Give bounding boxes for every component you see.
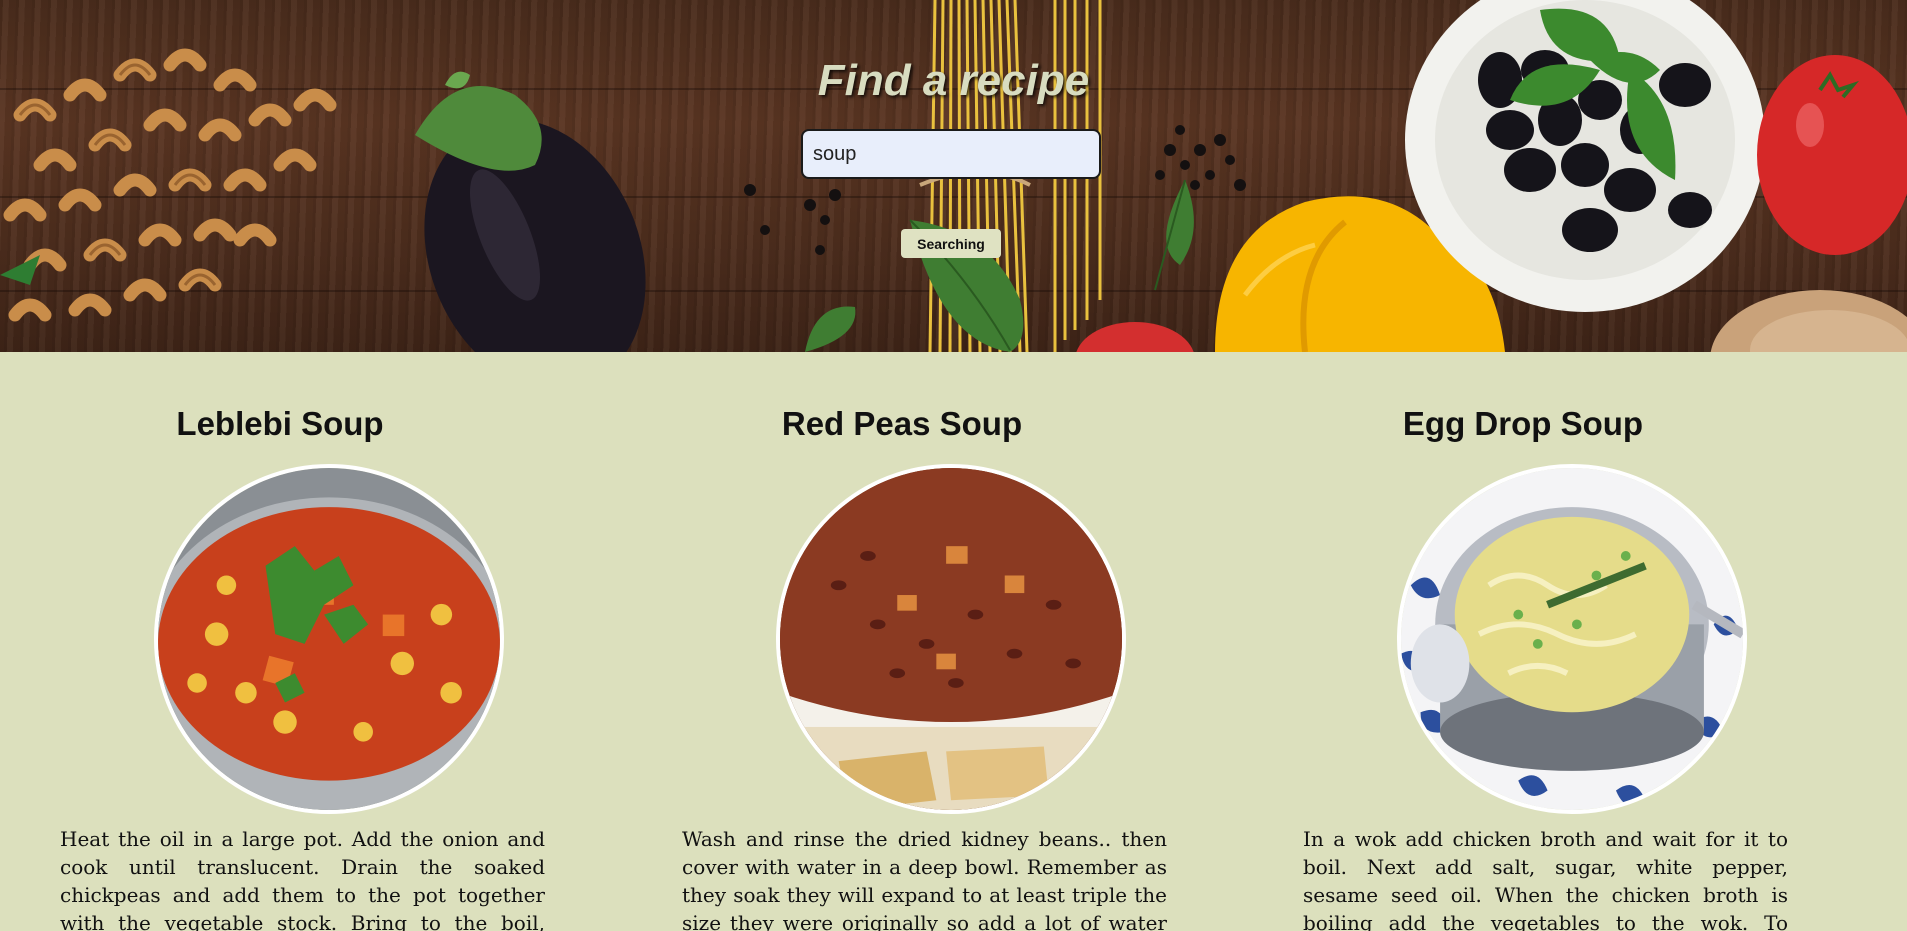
basil-leaf-image (1154, 179, 1194, 291)
egg-drop-soup-image (1401, 468, 1743, 810)
recipe-description: Heat the oil in a large pot. Add the oni… (60, 827, 545, 931)
page-title: Find a recipe (817, 56, 1090, 105)
olives-plate-image (1405, 0, 1765, 312)
recipe-image[interactable] (776, 464, 1126, 814)
leblebi-soup-image (158, 468, 500, 810)
recipe-image[interactable] (154, 464, 504, 814)
search-button[interactable]: Searching (901, 229, 1001, 258)
search-input[interactable] (801, 129, 1101, 179)
recipe-title[interactable]: Leblebi Soup (0, 405, 560, 443)
tomato-image (1076, 322, 1194, 352)
red-peas-soup-image (780, 468, 1122, 810)
bread-image (1710, 290, 1907, 352)
recipe-title[interactable]: Red Peas Soup (622, 405, 1182, 443)
eggplant-image (415, 71, 646, 352)
basil-leaf-image (805, 306, 856, 352)
basil-leaf-image (909, 219, 1024, 352)
recipe-description: Wash and rinse the dried kidney beans.. … (682, 827, 1167, 931)
recipe-image[interactable] (1397, 464, 1747, 814)
recipe-title[interactable]: Egg Drop Soup (1243, 405, 1803, 443)
hero-banner: Find a recipe Searching (0, 0, 1907, 352)
recipe-description: In a wok add chicken broth and wait for … (1303, 827, 1788, 931)
